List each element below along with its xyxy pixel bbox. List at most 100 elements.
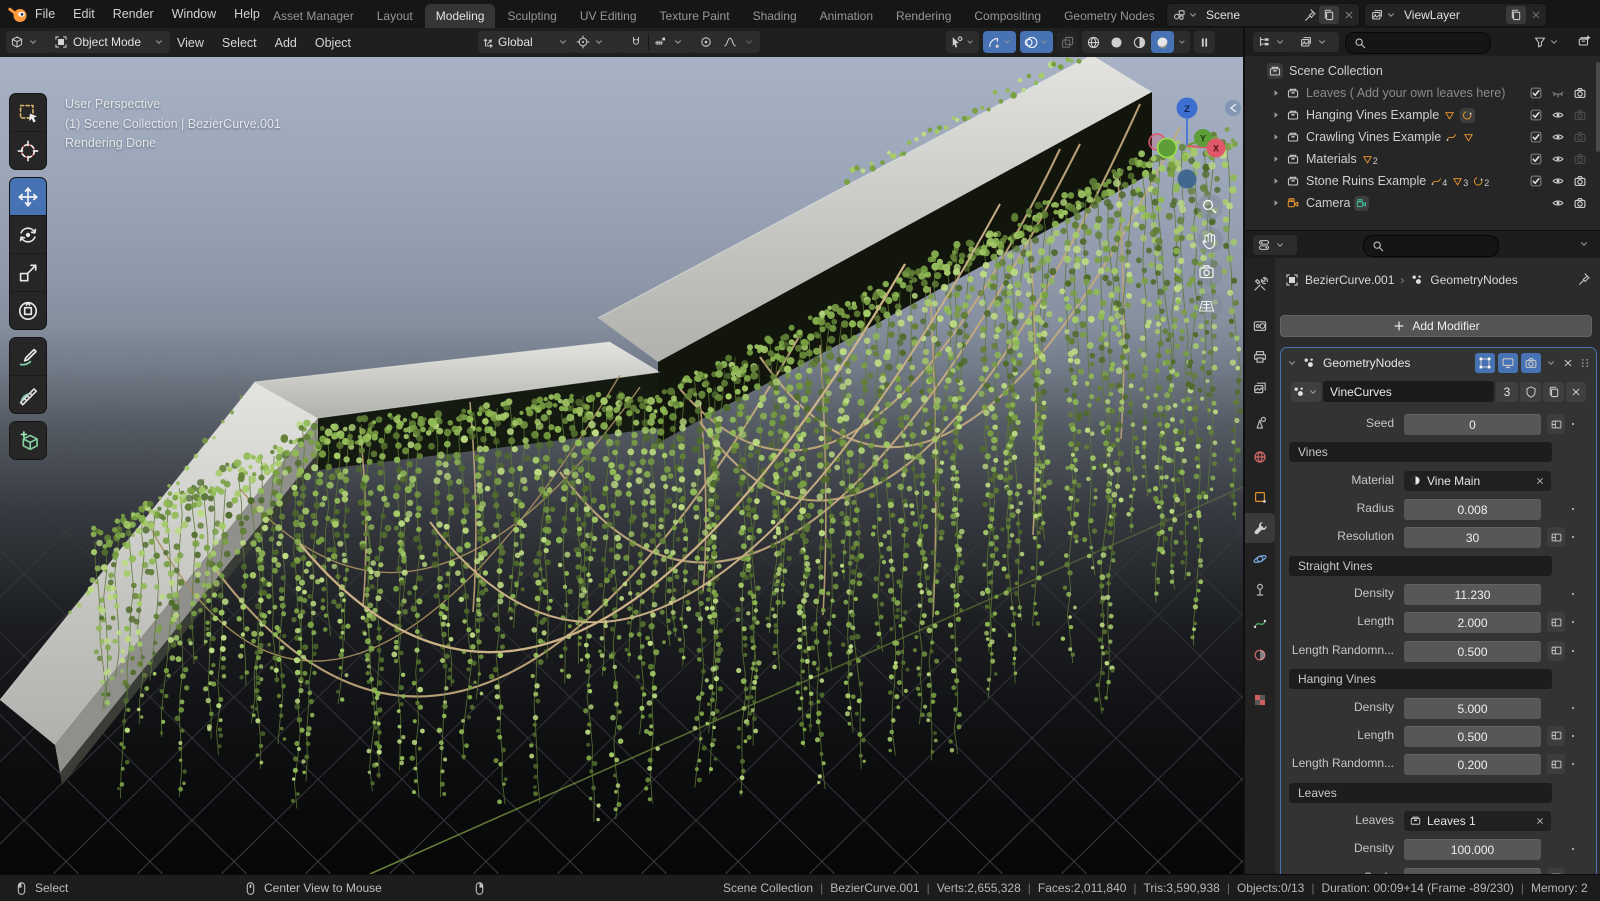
properties-tab-material[interactable] [1245,640,1275,670]
disclosure-icon[interactable] [1270,153,1282,165]
node-group-browse-button[interactable] [1291,381,1321,402]
input-attribute-toggle[interactable] [1547,414,1565,434]
value-field-seed[interactable]: 0 [1404,414,1541,435]
exclude-checkbox[interactable] [1529,86,1543,103]
outliner-item-label[interactable]: Crawling Vines Example [1306,130,1441,144]
outliner-search-input[interactable] [1345,32,1491,54]
disable-in-renders-toggle[interactable] [1573,152,1587,169]
value-field-density[interactable]: 100.000 [1404,839,1541,861]
tab-animation[interactable]: Animation [809,4,884,28]
disclosure-icon[interactable] [1270,109,1282,121]
viewlayer-copy-button[interactable] [1506,6,1526,24]
input-attribute-toggle[interactable] [1547,725,1565,746]
hide-in-viewport-toggle[interactable] [1551,108,1565,125]
render-toggle[interactable] [1521,353,1541,373]
properties-tab-object-data[interactable] [1245,609,1275,639]
viewlayer-name[interactable]: ViewLayer [1404,8,1504,22]
tool-measure[interactable] [10,375,46,413]
value-field-length[interactable]: 0.500 [1404,725,1541,747]
disable-in-renders-toggle[interactable] [1573,196,1587,213]
outliner-row-crawling[interactable]: Crawling Vines Example [1245,126,1600,148]
value-field-density[interactable]: 11.230 [1404,584,1541,606]
outliner-item-label[interactable]: Scene Collection [1289,64,1383,78]
properties-tab-object[interactable] [1245,482,1275,512]
properties-tab-output[interactable] [1245,342,1275,372]
properties-editor-type-button[interactable] [1253,235,1297,255]
outliner-item-label[interactable]: Leaves ( Add your own leaves here) [1306,86,1505,100]
scene-name[interactable]: Scene [1206,8,1303,22]
animate-decorator[interactable] [1569,839,1577,859]
value-field-density[interactable]: 5.000 [1404,697,1541,719]
disclosure-icon[interactable] [1270,131,1282,143]
gizmos-toggle[interactable] [983,31,1016,53]
breadcrumb-object[interactable]: BezierCurve.001 [1305,273,1394,287]
menu-file[interactable]: File [26,7,64,21]
blender-logo-icon[interactable] [8,4,28,24]
properties-tab-physics[interactable] [1245,544,1275,574]
properties-tab-tool[interactable] [1245,270,1275,300]
asset-field-leaves[interactable]: Leaves 1 [1404,810,1551,831]
orientation-dropdown[interactable]: Global [478,31,574,53]
viewlayer-selector[interactable]: ViewLayer [1364,3,1547,27]
disable-in-renders-toggle[interactable] [1573,174,1587,191]
shading-wireframe-button[interactable] [1082,31,1105,53]
outliner-item-label[interactable]: Hanging Vines Example [1306,108,1439,122]
proportional-edit-icon[interactable] [694,35,718,49]
outliner-row-leaves[interactable]: Leaves ( Add your own leaves here) [1245,82,1600,104]
edit-mode-toggle[interactable] [1475,353,1495,373]
tab-modeling[interactable]: Modeling [424,4,496,28]
shading-solid-button[interactable] [1105,31,1128,53]
exclude-checkbox[interactable] [1529,174,1543,191]
properties-search-input[interactable] [1363,235,1499,257]
exclude-checkbox[interactable] [1529,152,1543,169]
exclude-checkbox[interactable] [1529,130,1543,147]
animate-decorator[interactable] [1569,499,1577,519]
disable-in-renders-toggle[interactable] [1573,108,1587,125]
section-header-hanging-vines[interactable]: Hanging Vines [1289,669,1552,690]
outliner-display-mode-button[interactable] [1295,32,1339,52]
animate-decorator[interactable] [1569,584,1577,604]
menu-window[interactable]: Window [163,7,225,21]
outliner-item-label[interactable]: Stone Ruins Example [1306,174,1426,188]
tab-layout[interactable]: Layout [366,4,424,28]
properties-tab-texture[interactable] [1245,685,1275,715]
outliner-item-label[interactable]: Camera [1306,196,1350,210]
input-attribute-toggle[interactable] [1547,754,1565,775]
tool-cursor[interactable] [10,131,46,169]
exclude-checkbox[interactable] [1529,108,1543,125]
properties-pin-icon[interactable] [1577,272,1591,286]
shading-material-button[interactable] [1128,31,1151,53]
tool-transform[interactable] [10,291,46,329]
fake-user-button[interactable] [1520,381,1541,402]
input-attribute-toggle[interactable] [1547,640,1565,661]
tool-scale[interactable] [10,253,46,291]
magnet-icon[interactable] [624,35,648,49]
disable-in-renders-toggle[interactable] [1573,86,1587,103]
tool-move[interactable] [10,178,46,215]
scene-unlink-button[interactable] [1342,8,1356,22]
outliner-item-label[interactable]: Materials [1306,152,1357,166]
hide-in-viewport-toggle[interactable] [1551,174,1565,191]
chevron-down-icon[interactable] [742,35,756,49]
realtime-toggle[interactable] [1498,353,1518,373]
shading-rendered-button[interactable] [1151,31,1174,53]
viewport-menu-view[interactable]: View [168,36,213,50]
properties-tab-modifiers[interactable] [1245,513,1275,543]
value-field-length-randomn-[interactable]: 0.200 [1404,754,1541,776]
close-icon[interactable] [1561,356,1575,370]
viewport-menu-select[interactable]: Select [213,36,266,50]
users-count-button[interactable]: 3 [1496,381,1518,402]
modifier-name[interactable]: GeometryNodes [1319,356,1472,370]
mode-dropdown[interactable]: Object Mode [50,31,170,53]
tab-uv-editing[interactable]: UV Editing [569,4,648,28]
scene-selector[interactable]: Scene [1166,3,1360,27]
collapse-chevron-icon[interactable] [1285,356,1299,370]
clear-icon[interactable] [1534,475,1546,487]
section-header-straight-vines[interactable]: Straight Vines [1289,555,1552,576]
viewlayer-remove-button[interactable] [1529,8,1543,22]
hide-in-viewport-toggle[interactable] [1551,130,1565,147]
duplicate-data-button[interactable] [1543,381,1564,402]
hide-in-viewport-toggle[interactable] [1551,86,1565,103]
tool-add-cube[interactable] [10,422,46,459]
snap-target-icon[interactable] [649,35,671,49]
